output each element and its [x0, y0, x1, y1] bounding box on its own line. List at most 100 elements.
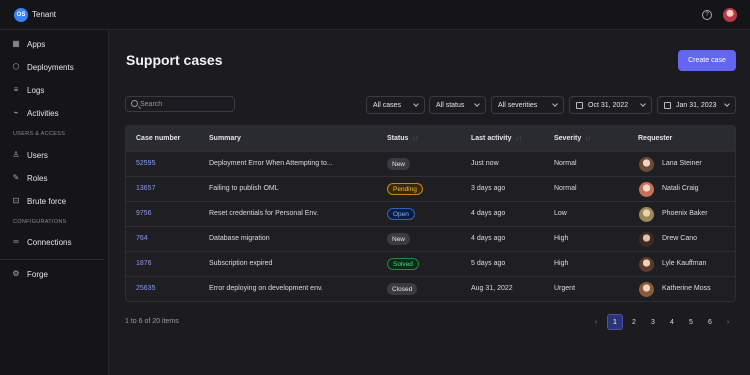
- table-row[interactable]: 1876 Subscription expired Solved 5 days …: [126, 251, 735, 276]
- filter-severities-label: All severities: [498, 101, 538, 109]
- sidebar-item-label: Forge: [27, 269, 48, 279]
- sidebar-item-brute-force[interactable]: ⊡ Brute force: [0, 192, 109, 210]
- calendar-icon: [664, 101, 671, 109]
- avatar: [639, 232, 654, 247]
- avatar: [639, 282, 654, 297]
- case-number-link[interactable]: 13657: [136, 185, 155, 192]
- avatar: [639, 157, 654, 172]
- sidebar-item-label: Roles: [27, 173, 48, 183]
- prev-page-button[interactable]: ‹: [588, 314, 604, 330]
- case-summary: Failing to publish OML: [209, 185, 279, 192]
- create-case-button[interactable]: Create case: [678, 50, 736, 71]
- page-button-6[interactable]: 6: [702, 314, 718, 330]
- sidebar-item-label: Deployments: [27, 62, 74, 72]
- filter-severities[interactable]: All severities: [491, 96, 564, 114]
- sidebar: ▦ Apps ⬡ Deployments ≡ Logs ⌁ Activities…: [0, 30, 109, 375]
- page-button-2[interactable]: 2: [626, 314, 642, 330]
- table-header: Case number Summary Status ↓↑ Last activi…: [126, 126, 735, 152]
- page-button-1[interactable]: 1: [607, 314, 623, 330]
- logo: OS: [14, 8, 28, 22]
- section-configurations: CONFIGURATIONS: [13, 219, 67, 225]
- requester-name: Katherine Moss: [662, 285, 711, 292]
- header-severity[interactable]: Severity ↓↑: [554, 135, 591, 142]
- case-number-link[interactable]: 1876: [136, 260, 152, 267]
- sort-icon[interactable]: ↓↑: [412, 136, 418, 142]
- sidebar-item-logs[interactable]: ≡ Logs: [0, 81, 109, 99]
- status-badge: Pending: [387, 183, 423, 195]
- requester-name: Phoenix Baker: [662, 210, 708, 217]
- filter-status-label: All status: [436, 101, 465, 109]
- last-activity: 4 days ago: [471, 210, 506, 217]
- header-status[interactable]: Status ↓↑: [387, 135, 418, 142]
- page-button-3[interactable]: 3: [645, 314, 661, 330]
- sidebar-divider: [0, 259, 104, 260]
- severity: Urgent: [554, 285, 576, 292]
- severity: High: [554, 260, 569, 267]
- status-badge: Solved: [387, 258, 419, 270]
- severity: High: [554, 235, 569, 242]
- activity-icon: ⌁: [13, 108, 19, 117]
- sidebar-item-users[interactable]: ♙ Users: [0, 146, 109, 164]
- header-requester[interactable]: Requester: [638, 135, 672, 142]
- filter-cases[interactable]: All cases: [366, 96, 425, 114]
- severity: Low: [554, 210, 567, 217]
- sort-icon[interactable]: ↓↑: [515, 136, 521, 142]
- sidebar-item-forge[interactable]: ⚙ Forge: [0, 265, 109, 283]
- header-activity-label: Last activity: [471, 135, 512, 142]
- date-to-label: Jan 31, 2023: [676, 101, 717, 109]
- chevron-down-icon: [724, 101, 730, 107]
- next-page-button[interactable]: ›: [720, 314, 736, 330]
- filter-date-from[interactable]: Oct 31, 2022: [569, 96, 652, 114]
- header-summary[interactable]: Summary: [209, 135, 241, 142]
- last-activity: Just now: [471, 160, 499, 167]
- case-number-link[interactable]: 52595: [136, 160, 155, 167]
- sidebar-item-label: Logs: [27, 85, 45, 95]
- requester-name: Drew Cano: [662, 235, 698, 242]
- status-badge: Closed: [387, 283, 418, 295]
- grid-icon: ▦: [12, 39, 20, 48]
- user-avatar[interactable]: [723, 8, 737, 22]
- sidebar-item-connections[interactable]: ∞ Connections: [0, 233, 109, 251]
- filter-date-to[interactable]: Jan 31, 2023: [657, 96, 736, 114]
- table-row[interactable]: 25635 Error deploying on development env…: [126, 276, 735, 301]
- sidebar-item-deployments[interactable]: ⬡ Deployments: [0, 58, 109, 76]
- search-box[interactable]: [125, 96, 235, 112]
- avatar: [639, 207, 654, 222]
- case-summary: Database migration: [209, 235, 270, 242]
- sort-icon[interactable]: ↓↑: [585, 136, 591, 142]
- help-icon[interactable]: ?: [702, 10, 712, 20]
- sidebar-item-apps[interactable]: ▦ Apps: [0, 35, 109, 53]
- requester-name: Natali Craig: [662, 185, 699, 192]
- case-number-link[interactable]: 25635: [136, 285, 155, 292]
- requester-name: Lyle Kauffman: [662, 260, 707, 267]
- date-from-label: Oct 31, 2022: [588, 101, 629, 109]
- page-button-4[interactable]: 4: [664, 314, 680, 330]
- table-row[interactable]: 764 Database migration New 4 days ago Hi…: [126, 226, 735, 251]
- cases-table: Case number Summary Status ↓↑ Last activi…: [125, 125, 736, 302]
- case-number-link[interactable]: 764: [136, 235, 148, 242]
- filter-status[interactable]: All status: [429, 96, 486, 114]
- user-icon: ♙: [12, 150, 20, 159]
- search-input[interactable]: [140, 99, 230, 110]
- table-row[interactable]: 13657 Failing to publish OML Pending 3 d…: [126, 176, 735, 201]
- case-number-link[interactable]: 9756: [136, 210, 152, 217]
- calendar-icon: [576, 101, 583, 109]
- pencil-icon: ✎: [12, 173, 20, 182]
- table-row[interactable]: 52595 Deployment Error When Attempting t…: [126, 151, 735, 176]
- sidebar-item-roles[interactable]: ✎ Roles: [0, 169, 109, 187]
- logs-icon: ≡: [13, 85, 19, 94]
- sidebar-item-activities[interactable]: ⌁ Activities: [0, 104, 109, 122]
- filter-cases-label: All cases: [373, 101, 402, 109]
- header-case-number[interactable]: Case number: [136, 135, 180, 142]
- last-activity: 5 days ago: [471, 260, 506, 267]
- search-icon: [131, 100, 138, 107]
- table-row[interactable]: 9756 Reset credentials for Personal Env.…: [126, 201, 735, 226]
- gear-icon: ⚙: [12, 269, 20, 278]
- tenant-name[interactable]: Tenant: [32, 10, 56, 19]
- sidebar-item-label: Apps: [27, 39, 46, 49]
- case-summary: Deployment Error When Attempting to...: [209, 160, 333, 167]
- header-last-activity[interactable]: Last activity ↓↑: [471, 135, 521, 142]
- severity: Normal: [554, 185, 577, 192]
- chevron-down-icon: [474, 101, 480, 107]
- page-button-5[interactable]: 5: [683, 314, 699, 330]
